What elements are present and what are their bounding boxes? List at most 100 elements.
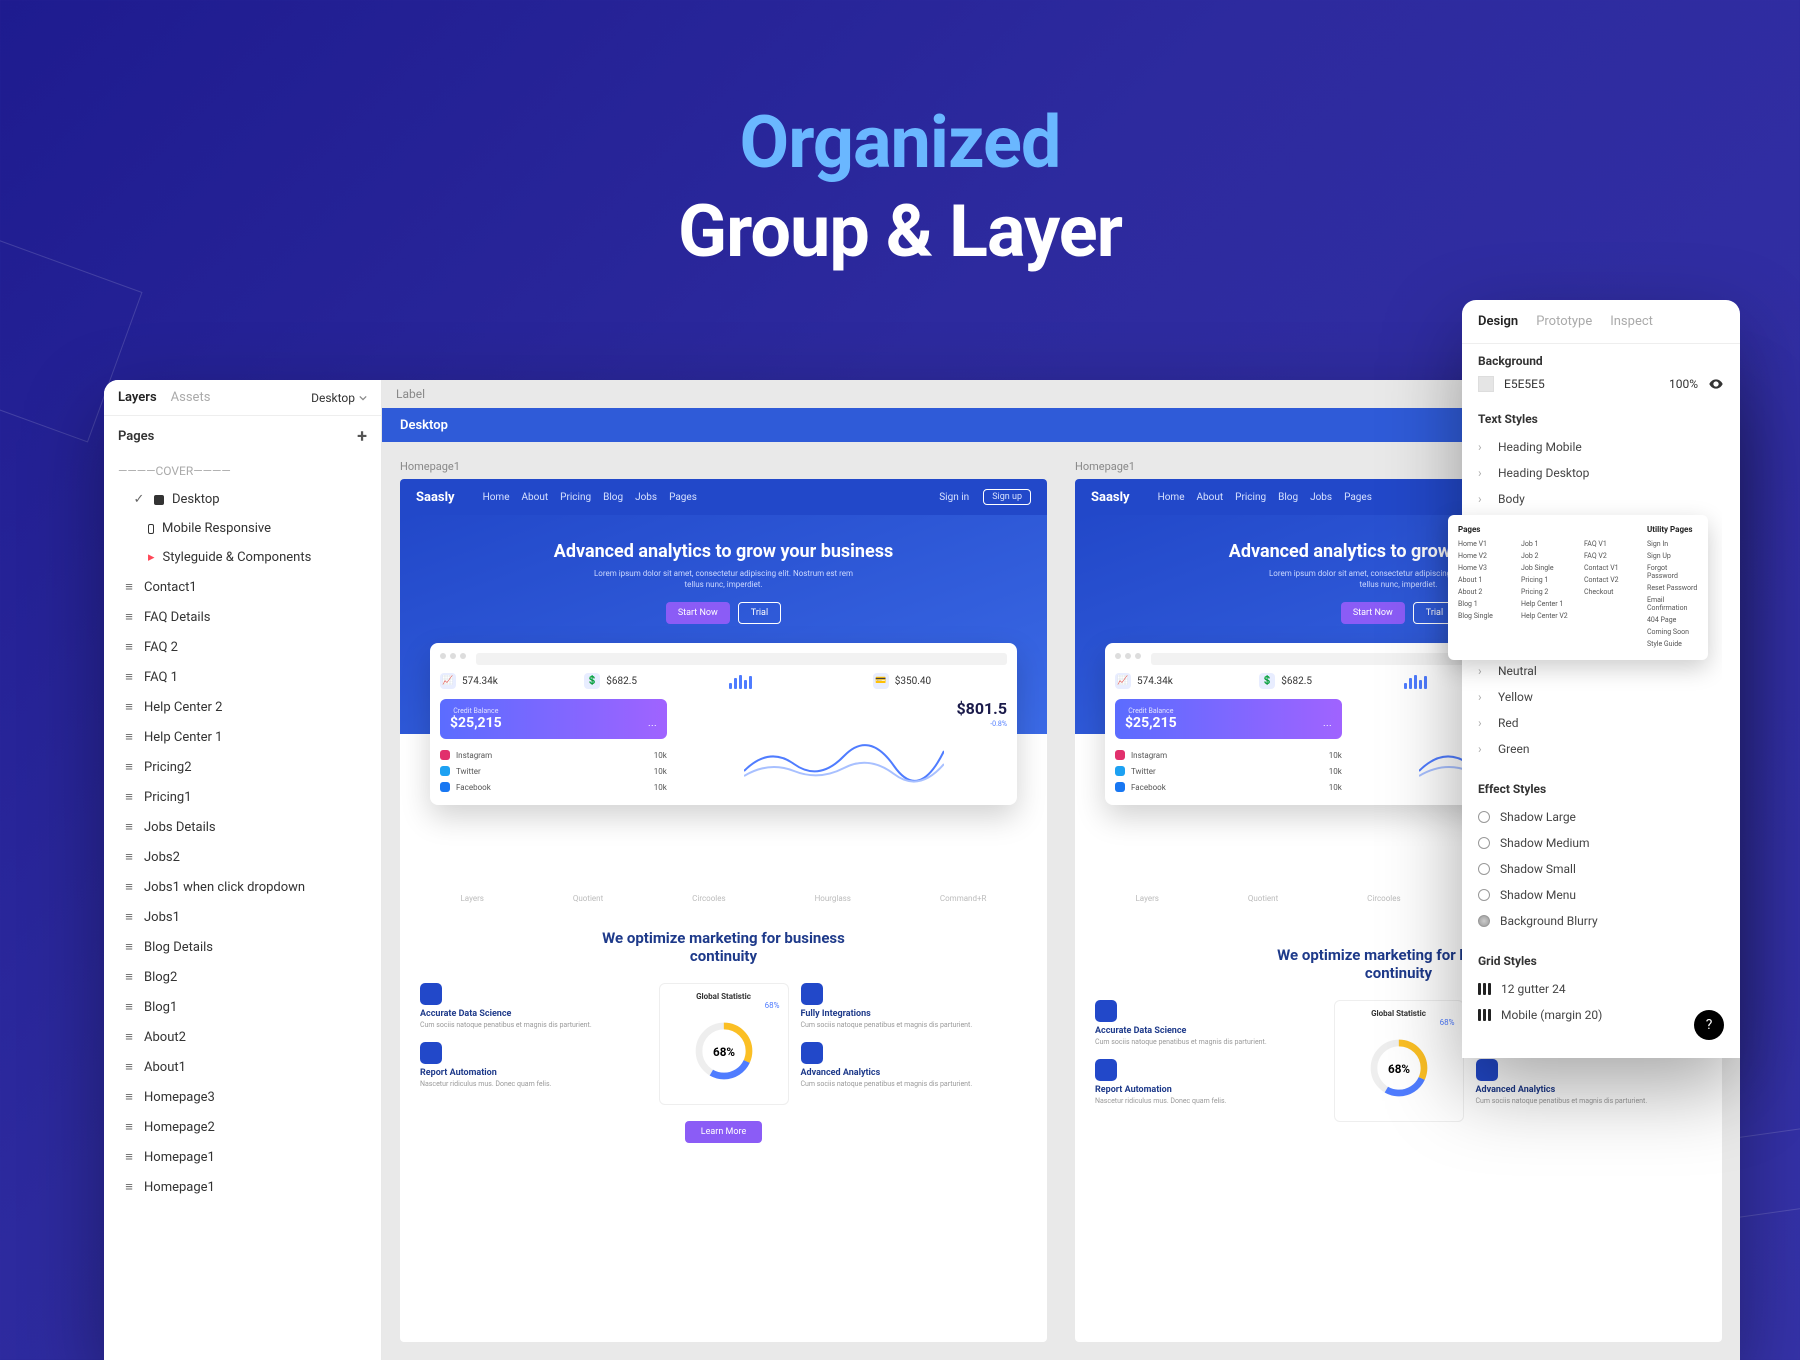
nav-link[interactable]: About [522,492,549,503]
layer-item[interactable]: ≡Homepage2 [104,1112,381,1142]
page-styleguide[interactable]: ▸Styleguide & Components [104,543,381,572]
signup-button[interactable]: Sign up [983,489,1031,505]
mega-item[interactable]: Blog Single [1458,610,1509,622]
mega-item[interactable]: Help Center V2 [1521,610,1572,622]
layer-item[interactable]: ≡Help Center 1 [104,722,381,752]
mega-item[interactable]: Checkout [1584,586,1635,598]
layer-item[interactable]: ≡Homepage3 [104,1082,381,1112]
feature-icon [1476,1059,1498,1081]
layer-item[interactable]: ≡FAQ Details [104,602,381,632]
background-swatch[interactable] [1478,376,1494,392]
artboard-1[interactable]: Homepage1 Saasly Home About Pricing Blog… [400,460,1047,1342]
style-item[interactable]: ›Heading Desktop [1478,460,1724,486]
mega-item[interactable]: Style Guide [1647,638,1698,650]
layer-item[interactable]: ≡Jobs1 when click dropdown [104,872,381,902]
mega-item[interactable]: FAQ V2 [1584,550,1635,562]
nav-link[interactable]: Home [483,492,510,503]
page-mobile[interactable]: Mobile Responsive [104,514,381,543]
mega-item[interactable]: 404 Page [1647,614,1698,626]
style-item[interactable]: Shadow Small [1478,856,1724,882]
mega-item[interactable]: About 1 [1458,574,1509,586]
mega-item[interactable]: Help Center 1 [1521,598,1572,610]
help-button[interactable]: ? [1694,1010,1724,1040]
page-desktop[interactable]: ✓Desktop [104,485,381,514]
layer-item[interactable]: ≡Contact1 [104,572,381,602]
style-item[interactable]: Background Blurry [1478,908,1724,934]
mega-item[interactable]: Coming Soon [1647,626,1698,638]
style-item[interactable]: ›Green [1478,736,1724,762]
signin-link[interactable]: Sign in [939,492,969,503]
mega-item[interactable]: FAQ V1 [1584,538,1635,550]
mega-item[interactable]: Reset Password [1647,582,1698,594]
layer-item[interactable]: ≡Homepage1 [104,1142,381,1172]
layer-item[interactable]: ≡Blog Details [104,932,381,962]
style-item[interactable]: ›Neutral [1478,658,1724,684]
mega-menu[interactable]: Pages Home V1Home V2Home V3About 1About … [1448,515,1708,660]
layer-item[interactable]: ≡Pricing2 [104,752,381,782]
learn-more-button[interactable]: Learn More [685,1121,763,1143]
feature-2: Report AutomationNascetur ridiculus mus.… [1095,1059,1322,1106]
mega-item[interactable]: Pricing 2 [1521,586,1572,598]
style-item[interactable]: ›Body [1478,486,1724,512]
nav-link[interactable]: Home [1158,492,1185,503]
layer-item[interactable]: ≡About2 [104,1022,381,1052]
style-item[interactable]: ›Heading Mobile [1478,434,1724,460]
layer-item[interactable]: ≡About1 [104,1052,381,1082]
nav-link[interactable]: Pricing [560,492,591,503]
style-item[interactable]: ›Yellow [1478,684,1724,710]
mega-item[interactable]: Contact V2 [1584,574,1635,586]
canvas-page-selector[interactable]: Desktop [311,391,367,405]
mega-item[interactable]: Home V3 [1458,562,1509,574]
mega-item[interactable]: Home V1 [1458,538,1509,550]
page-cover[interactable]: ————COVER———— [104,457,381,485]
mega-item[interactable]: Sign In [1647,538,1698,550]
nav-link[interactable]: Blog [603,492,623,503]
start-button[interactable]: Start Now [1341,602,1405,624]
mega-item[interactable]: Job 1 [1521,538,1572,550]
nav-link[interactable]: Jobs [635,492,657,503]
eye-icon[interactable] [1708,376,1724,392]
style-item[interactable]: Shadow Large [1478,804,1724,830]
tab-inspect[interactable]: Inspect [1610,314,1653,329]
nav-link[interactable]: Pricing [1235,492,1266,503]
mega-item[interactable]: Job Single [1521,562,1572,574]
style-item[interactable]: ›Red [1478,710,1724,736]
layer-item[interactable]: ≡Blog2 [104,962,381,992]
style-item[interactable]: 12 gutter 24 [1478,976,1724,1002]
layer-item[interactable]: ≡Pricing1 [104,782,381,812]
mega-item[interactable]: About 2 [1458,586,1509,598]
trial-button[interactable]: Trial [738,602,781,624]
mega-item[interactable]: Sign Up [1647,550,1698,562]
nav-link[interactable]: Pages [669,492,697,503]
mega-item[interactable]: Forgot Password [1647,562,1698,582]
nav-link[interactable]: Blog [1278,492,1298,503]
style-item[interactable]: Mobile (margin 20) [1478,1002,1724,1028]
layer-item[interactable]: ≡Homepage1 [104,1172,381,1202]
layer-item[interactable]: ≡Jobs Details [104,812,381,842]
layer-item[interactable]: ≡FAQ 1 [104,662,381,692]
layer-item[interactable]: ≡Help Center 2 [104,692,381,722]
layer-item[interactable]: ≡Blog1 [104,992,381,1022]
mega-item[interactable]: Email Confirmation [1647,594,1698,614]
layer-item[interactable]: ≡FAQ 2 [104,632,381,662]
add-page-button[interactable]: + [357,426,367,447]
nav-link[interactable]: About [1197,492,1224,503]
style-item[interactable]: Shadow Medium [1478,830,1724,856]
tab-prototype[interactable]: Prototype [1536,314,1592,329]
mega-item[interactable]: Contact V1 [1584,562,1635,574]
background-hex[interactable]: E5E5E5 [1504,377,1545,391]
nav-link[interactable]: Pages [1344,492,1372,503]
tab-layers[interactable]: Layers [118,390,157,405]
mega-item[interactable]: Blog 1 [1458,598,1509,610]
background-opacity[interactable]: 100% [1669,377,1698,391]
start-button[interactable]: Start Now [666,602,730,624]
layer-item[interactable]: ≡Jobs1 [104,902,381,932]
nav-link[interactable]: Jobs [1310,492,1332,503]
tab-design[interactable]: Design [1478,314,1518,329]
layer-item[interactable]: ≡Jobs2 [104,842,381,872]
tab-assets[interactable]: Assets [171,390,211,405]
mega-item[interactable]: Home V2 [1458,550,1509,562]
mega-item[interactable]: Pricing 1 [1521,574,1572,586]
mega-item[interactable]: Job 2 [1521,550,1572,562]
style-item[interactable]: Shadow Menu [1478,882,1724,908]
